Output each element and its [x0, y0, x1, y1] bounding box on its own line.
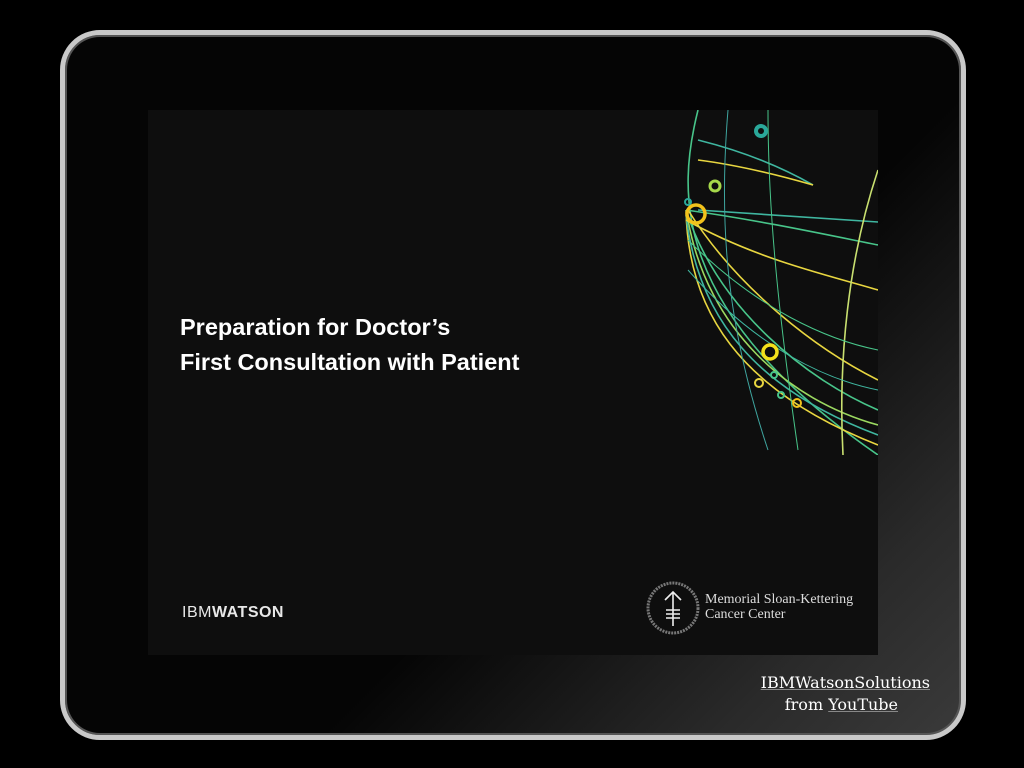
brand-watson: WATSON	[211, 604, 284, 621]
globe-graphic	[684, 110, 878, 455]
msk-seal-icon	[646, 581, 700, 635]
brand-ibm: IBM	[182, 604, 212, 621]
partner-name-line-2: Cancer Center	[705, 607, 786, 622]
from-label: from	[784, 695, 824, 714]
youtube-link[interactable]: YouTube	[828, 695, 898, 714]
slide-title: Preparation for Doctor’s First Consultat…	[180, 310, 519, 380]
ibm-watson-logo: IBMWATSON	[182, 604, 284, 622]
slide-screen: Preparation for Doctor’s First Consultat…	[148, 110, 878, 655]
partner-name-line-1: Memorial Sloan-Kettering	[705, 592, 854, 607]
youtube-watermark[interactable]: IBMWatsonSolutions from YouTube	[720, 672, 930, 716]
channel-link[interactable]: IBMWatsonSolutions	[761, 673, 930, 692]
msk-logo: Memorial Sloan-Kettering Cancer Center	[645, 578, 865, 638]
title-line-2: First Consultation with Patient	[180, 349, 520, 375]
title-line-1: Preparation for Doctor’s	[180, 314, 451, 340]
